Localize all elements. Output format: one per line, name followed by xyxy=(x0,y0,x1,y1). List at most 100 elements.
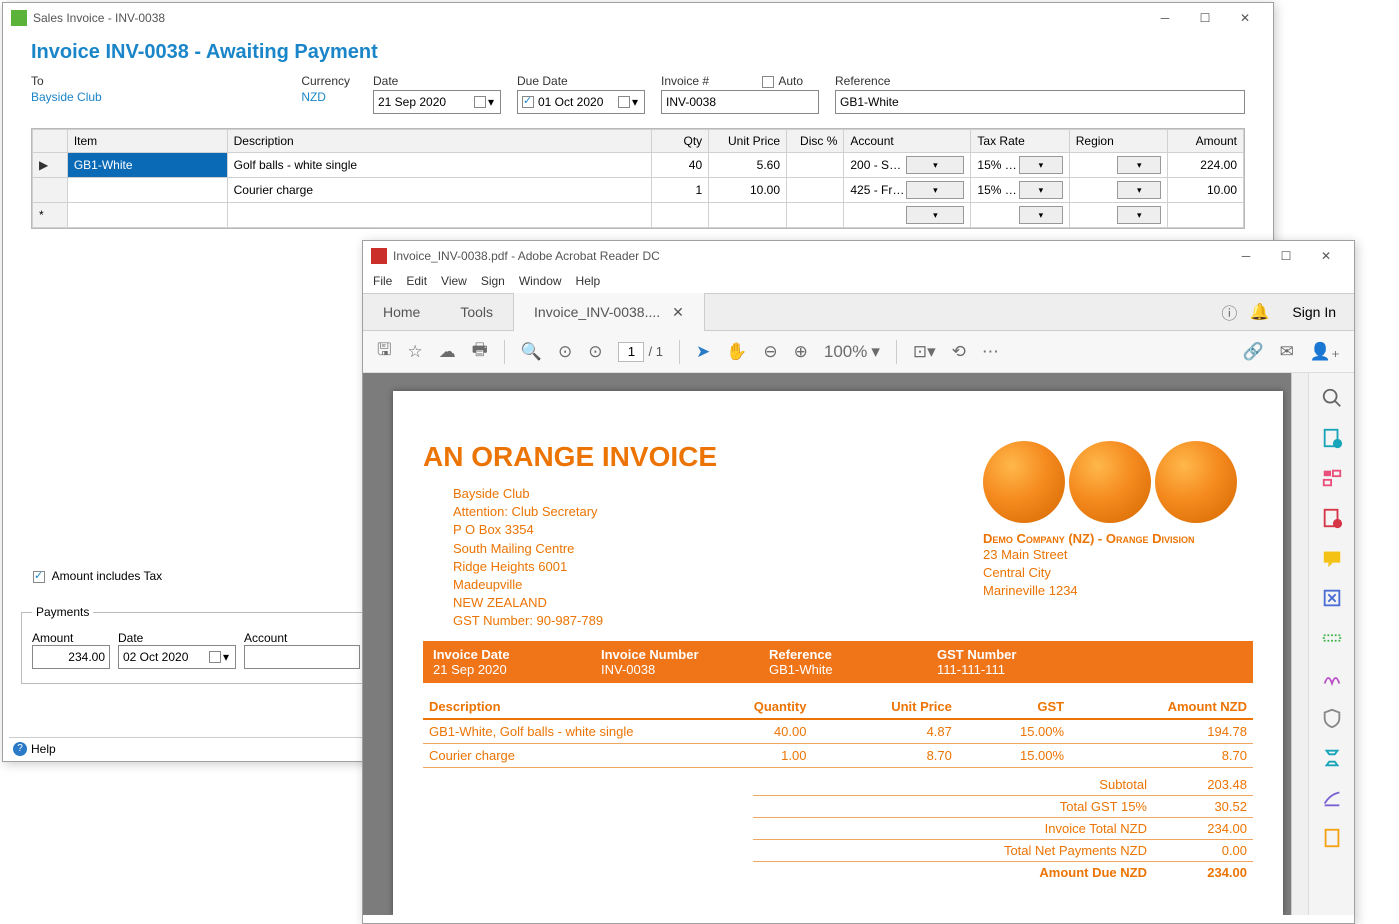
vertical-scrollbar[interactable] xyxy=(1291,373,1308,915)
chevron-down-icon[interactable]: ▾ xyxy=(1019,206,1063,224)
add-person-icon[interactable]: 👤₊ xyxy=(1310,342,1340,362)
col-tax[interactable]: Tax Rate xyxy=(971,130,1069,153)
table-row[interactable]: Courier charge 1 10.00 425 - Freight & .… xyxy=(33,178,1244,203)
menu-help[interactable]: Help xyxy=(576,274,601,288)
maximize-button[interactable]: ☐ xyxy=(1185,5,1225,31)
reference-input[interactable] xyxy=(835,90,1245,114)
search-icon[interactable]: 🔍 xyxy=(521,342,542,362)
star-icon[interactable]: ☆ xyxy=(407,342,422,362)
col-region[interactable]: Region xyxy=(1069,130,1167,153)
tab-document[interactable]: Invoice_INV-0038....✕ xyxy=(513,293,705,331)
col-item[interactable]: Item xyxy=(67,130,227,153)
to-link[interactable]: Bayside Club xyxy=(31,90,285,104)
comment-icon[interactable] xyxy=(1321,547,1343,569)
sign-in-link[interactable]: Sign In xyxy=(1274,304,1354,320)
draw-icon[interactable] xyxy=(1321,787,1343,809)
menu-edit[interactable]: Edit xyxy=(406,274,427,288)
chevron-down-icon[interactable]: ▾ xyxy=(906,181,964,199)
table-row-new[interactable]: * ▾ ▾ ▾ xyxy=(33,203,1244,228)
col-disc[interactable]: Disc % xyxy=(787,130,844,153)
more-icon[interactable]: ⋯ xyxy=(982,342,999,362)
stamp-icon[interactable] xyxy=(1321,587,1343,609)
export-pdf-icon[interactable] xyxy=(1321,427,1343,449)
pay-account-input[interactable] xyxy=(244,645,360,669)
col-amt[interactable]: Amount xyxy=(1168,130,1244,153)
pay-amount-input[interactable] xyxy=(32,645,110,669)
chevron-down-icon[interactable]: ▾ xyxy=(1019,156,1063,174)
pay-date-input[interactable]: 02 Oct 2020▾ xyxy=(118,645,236,669)
col-desc[interactable]: Description xyxy=(227,130,651,153)
document-viewport[interactable]: AN ORANGE INVOICE Bayside ClubAttention:… xyxy=(363,373,1291,915)
orange-logo xyxy=(983,441,1253,523)
down-arrow-icon[interactable]: ⊙ xyxy=(588,342,602,362)
tab-home[interactable]: Home xyxy=(363,293,440,331)
acro-minimize-button[interactable]: ─ xyxy=(1226,243,1266,269)
acro-close-button[interactable]: ✕ xyxy=(1306,243,1346,269)
acro-window-title: Invoice_INV-0038.pdf - Adobe Acrobat Rea… xyxy=(393,249,660,263)
link-icon[interactable]: 🔗 xyxy=(1242,342,1263,362)
bell-icon[interactable]: 🔔 xyxy=(1244,302,1274,322)
zoom-out-icon[interactable]: ⊖ xyxy=(763,342,777,362)
close-tab-icon[interactable]: ✕ xyxy=(672,304,684,321)
fit-icon[interactable]: ⊡▾ xyxy=(913,342,936,362)
page-total: / 1 xyxy=(648,344,662,359)
pay-date-label: Date xyxy=(118,631,236,645)
page-current-input[interactable] xyxy=(618,342,644,362)
acrobat-window: Invoice_INV-0038.pdf - Adobe Acrobat Rea… xyxy=(362,240,1355,924)
currency-link[interactable]: NZD xyxy=(301,90,357,104)
chevron-down-icon[interactable]: ▾ xyxy=(906,156,964,174)
chevron-down-icon[interactable]: ▾ xyxy=(1019,181,1063,199)
minimize-button[interactable]: ─ xyxy=(1145,5,1185,31)
col-price[interactable]: Unit Price xyxy=(709,130,787,153)
row-indicator: ▶ xyxy=(33,153,68,178)
pointer-icon[interactable]: ➤ xyxy=(696,342,710,362)
invoice-no-input[interactable] xyxy=(661,90,819,114)
pdf-company-address: 23 Main StreetCentral CityMarineville 12… xyxy=(983,546,1253,601)
pdf-invoice-header: Invoice Date21 Sep 2020 Invoice NumberIN… xyxy=(423,641,1253,683)
cloud-icon[interactable]: ☁ xyxy=(439,342,456,362)
mail-icon[interactable]: ✉ xyxy=(1280,342,1294,362)
chevron-down-icon[interactable]: ▾ xyxy=(1117,156,1161,174)
page-title: Invoice INV-0038 - Awaiting Payment xyxy=(3,33,1273,70)
close-button[interactable]: ✕ xyxy=(1225,5,1265,31)
col-qty[interactable]: Qty xyxy=(651,130,708,153)
magnify-icon[interactable] xyxy=(1321,387,1343,409)
zoom-in-icon[interactable]: ⊕ xyxy=(794,342,808,362)
invoice-no-label: Invoice # Auto xyxy=(661,74,819,88)
date-input[interactable]: 21 Sep 2020▾ xyxy=(373,90,501,114)
date-label: Date xyxy=(373,74,501,88)
hand-icon[interactable]: ✋ xyxy=(726,342,747,362)
up-arrow-icon[interactable]: ⊙ xyxy=(558,342,572,362)
measure-icon[interactable] xyxy=(1321,627,1343,649)
auto-checkbox[interactable] xyxy=(762,76,774,88)
shield-icon[interactable] xyxy=(1321,707,1343,729)
save-icon[interactable]: 🖫 xyxy=(377,337,391,366)
page-nav: / 1 xyxy=(618,342,662,362)
help-circle-icon[interactable]: ⓘ xyxy=(1214,300,1244,324)
tab-tools[interactable]: Tools xyxy=(440,293,513,331)
menu-sign[interactable]: Sign xyxy=(481,274,505,288)
menu-window[interactable]: Window xyxy=(519,274,562,288)
organize-icon[interactable] xyxy=(1321,467,1343,489)
line-items-grid[interactable]: Item Description Qty Unit Price Disc % A… xyxy=(31,128,1245,229)
pdf-recipient-address: Bayside ClubAttention: Club SecretaryP O… xyxy=(453,485,943,631)
due-date-input[interactable]: 01 Oct 2020▾ xyxy=(517,90,645,114)
chevron-down-icon[interactable]: ▾ xyxy=(1117,181,1161,199)
compare-icon[interactable] xyxy=(1321,747,1343,769)
menu-file[interactable]: File xyxy=(373,274,392,288)
print-icon[interactable]: 🖶 xyxy=(472,337,488,366)
help-bar[interactable]: ? Help xyxy=(9,737,364,760)
chevron-down-icon[interactable]: ▾ xyxy=(1117,206,1161,224)
attach-icon[interactable] xyxy=(1321,827,1343,849)
tax-includes-checkbox[interactable] xyxy=(33,571,45,583)
zoom-level[interactable]: 100% ▾ xyxy=(824,342,880,362)
pdf-page: AN ORANGE INVOICE Bayside ClubAttention:… xyxy=(393,391,1283,915)
rotate-icon[interactable]: ⟲ xyxy=(952,342,966,362)
edit-pdf-icon[interactable] xyxy=(1321,507,1343,529)
sign-icon[interactable] xyxy=(1321,667,1343,689)
table-row[interactable]: ▶ GB1-White Golf balls - white single 40… xyxy=(33,153,1244,178)
acro-maximize-button[interactable]: ☐ xyxy=(1266,243,1306,269)
col-acct[interactable]: Account xyxy=(844,130,971,153)
chevron-down-icon[interactable]: ▾ xyxy=(906,206,964,224)
menu-view[interactable]: View xyxy=(441,274,467,288)
